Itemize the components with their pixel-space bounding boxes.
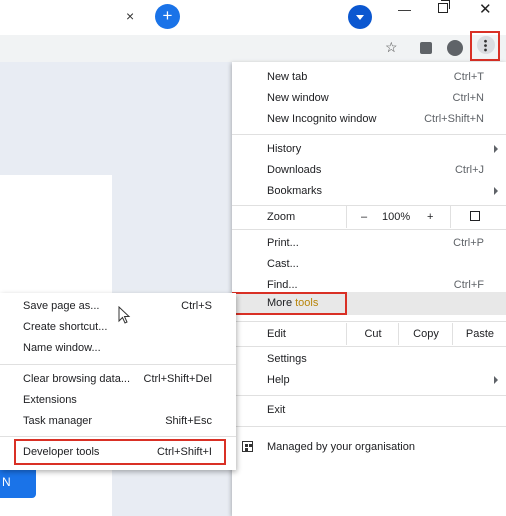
zoom-in-button[interactable]: + [427, 211, 433, 223]
menu-divider [232, 321, 506, 322]
menu-item-label: Print... [267, 237, 299, 249]
menu-item-downloads[interactable]: Downloads Ctrl+J [232, 160, 506, 181]
menu-item-label: Bookmarks [267, 185, 323, 197]
menu-item-label: Exit [267, 404, 286, 416]
menu-item-print[interactable]: Print... Ctrl+P [232, 233, 506, 254]
copy-button[interactable]: Copy [398, 323, 453, 345]
submenu-arrow-icon [494, 145, 498, 153]
submenu-item-extensions[interactable]: Extensions [0, 390, 236, 411]
bookmark-star-icon[interactable]: ☆ [385, 39, 398, 56]
edit-label: Edit [267, 328, 286, 340]
restore-button[interactable] [438, 0, 450, 13]
menu-item-label: Find... [267, 279, 298, 291]
zoom-out-button[interactable]: – [361, 211, 367, 223]
zoom-level: 100% [382, 211, 411, 223]
menu-item-history[interactable]: History [232, 139, 506, 160]
menu-item-label: New window [267, 92, 329, 104]
submenu-divider [0, 364, 236, 365]
submenu-item-shortcut: Ctrl+Shift+Del [143, 373, 212, 385]
submenu-arrow-icon [494, 376, 498, 384]
submenu-item-label: Task manager [23, 415, 93, 427]
toolbar: ☆ [0, 31, 506, 62]
menu-item-zoom: Zoom – 100% + [232, 206, 506, 228]
tab-close-button[interactable]: × [126, 8, 134, 24]
menu-divider [232, 134, 506, 135]
menu-button-highlight [470, 31, 500, 61]
menu-item-managed[interactable]: Managed by your organisation [232, 435, 506, 459]
submenu-item-label: Name window... [23, 342, 101, 354]
menu-item-help[interactable]: Help [232, 370, 506, 391]
more-tools-highlight-box [232, 292, 347, 315]
submenu-item-shortcut: Shift+Esc [165, 415, 212, 427]
menu-divider [232, 229, 506, 230]
zoom-label: Zoom [267, 211, 296, 223]
submenu-item-label: Clear browsing data... [23, 373, 130, 385]
menu-item-label: Downloads [267, 164, 322, 176]
menu-item-edit: Edit Cut Copy Paste [232, 323, 506, 345]
chrome-main-menu: New tab Ctrl+T New window Ctrl+N New Inc… [232, 62, 506, 516]
menu-divider [232, 426, 506, 427]
profile-avatar-icon[interactable] [447, 40, 463, 56]
page-action-button[interactable]: N [0, 466, 36, 498]
menu-item-shortcut: Ctrl+T [453, 71, 484, 83]
paste-button[interactable]: Paste [452, 323, 506, 345]
menu-item-shortcut: Ctrl+J [454, 164, 484, 176]
title-bar: × + — ✕ [0, 0, 506, 35]
menu-item-shortcut: Ctrl+P [453, 237, 484, 249]
submenu-item-label: Extensions [23, 394, 77, 406]
minimize-button[interactable]: — [398, 2, 411, 17]
submenu-item-clear-browsing-data[interactable]: Clear browsing data... Ctrl+Shift+Del [0, 369, 236, 390]
close-window-button[interactable]: ✕ [479, 0, 492, 18]
menu-item-shortcut: Ctrl+F [453, 279, 484, 291]
menu-divider [232, 346, 506, 347]
submenu-item-name-window[interactable]: Name window... [0, 338, 236, 359]
menu-item-shortcut: Ctrl+Shift+N [424, 113, 484, 125]
submenu-item-task-manager[interactable]: Task manager Shift+Esc [0, 411, 236, 432]
menu-item-new-tab[interactable]: New tab Ctrl+T [232, 67, 506, 88]
menu-item-shortcut: Ctrl+N [452, 92, 484, 104]
developer-tools-highlight-box [14, 439, 226, 465]
address-bar[interactable] [0, 35, 410, 62]
new-tab-button[interactable]: + [155, 4, 180, 29]
menu-item-label: Managed by your organisation [267, 441, 415, 453]
menu-item-exit[interactable]: Exit [232, 400, 506, 421]
fullscreen-icon[interactable] [470, 211, 480, 221]
menu-item-label: Help [267, 374, 290, 386]
submenu-item-label: Save page as... [23, 300, 100, 312]
cut-button[interactable]: Cut [346, 323, 399, 345]
menu-item-label: Cast... [267, 258, 299, 270]
menu-item-settings[interactable]: Settings [232, 349, 506, 370]
kebab-menu-icon [484, 39, 487, 52]
menu-item-new-incognito[interactable]: New Incognito window Ctrl+Shift+N [232, 109, 506, 130]
menu-divider [232, 395, 506, 396]
extensions-icon[interactable] [420, 42, 432, 54]
menu-item-label: History [267, 143, 302, 155]
menu-item-label: New Incognito window [267, 113, 377, 125]
menu-item-bookmarks[interactable]: Bookmarks [232, 181, 506, 202]
tab-search-button[interactable] [348, 5, 372, 29]
building-icon [242, 441, 253, 452]
submenu-arrow-icon [494, 187, 498, 195]
submenu-item-shortcut: Ctrl+S [181, 300, 212, 312]
submenu-item-label: Create shortcut... [23, 321, 108, 333]
menu-item-label: New tab [267, 71, 308, 83]
menu-item-new-window[interactable]: New window Ctrl+N [232, 88, 506, 109]
menu-item-label: Settings [267, 353, 307, 365]
submenu-divider [0, 436, 236, 437]
menu-item-cast[interactable]: Cast... [232, 254, 506, 275]
